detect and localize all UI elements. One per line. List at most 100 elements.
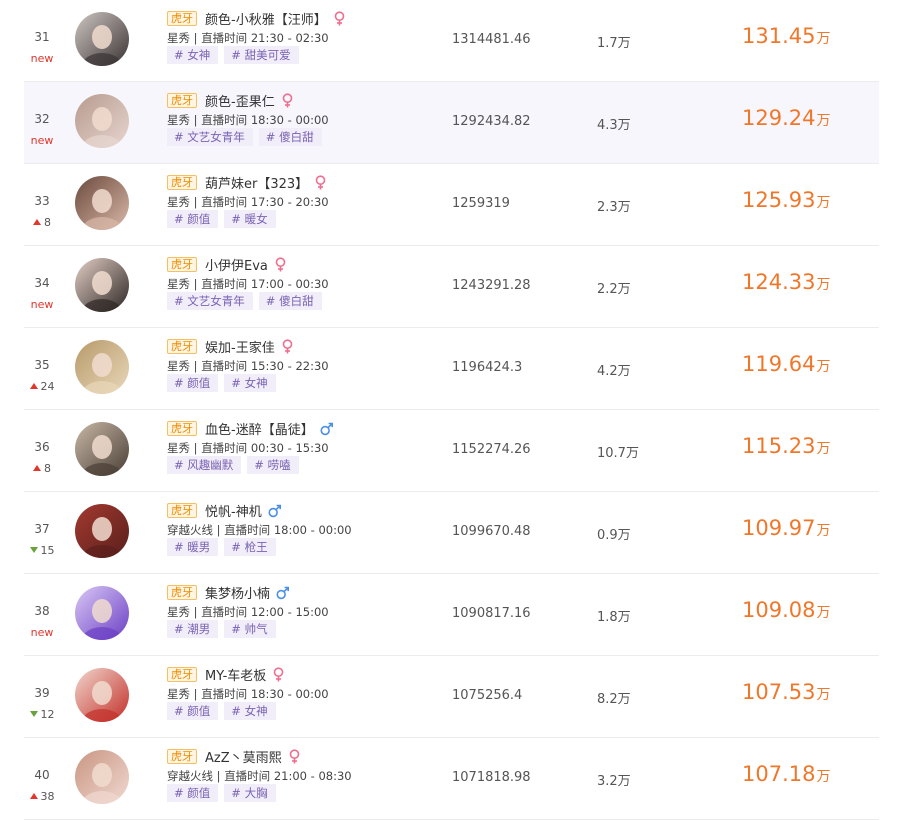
ranking-row[interactable]: 32 new 虎牙 颜色-歪果仁 星秀 | 直播时间 18:30 - 00:00 # 文艺… [24, 82, 879, 164]
platform-badge: 虎牙 [167, 175, 197, 190]
ranking-row[interactable]: 33 8 虎牙 葫芦妹er【323】 星秀 | 直播时间 17:30 - 20:30 # … [24, 164, 879, 246]
separator: | [190, 687, 202, 701]
ranking-row[interactable]: 39 12 虎牙 MY-车老板 星秀 | 直播时间 18:30 - 00:00 # 颜值 #… [24, 656, 879, 738]
schedule-time: 21:00 - 08:30 [273, 769, 352, 783]
avatar[interactable] [75, 176, 129, 230]
rank-number: 31 [34, 30, 50, 44]
rank-change-label: new [30, 52, 54, 65]
schedule-time: 18:30 - 00:00 [250, 687, 329, 701]
rank-change-label: 24 [40, 380, 55, 393]
heat-unit: 万 [816, 277, 831, 293]
tag-link[interactable]: # 颜值 [167, 374, 219, 392]
rank-up-icon [29, 383, 38, 389]
avatar[interactable] [75, 12, 129, 66]
platform-badge: 虎牙 [167, 667, 197, 682]
tag-list: # 暖男 # 枪王 [167, 538, 282, 556]
avatar[interactable] [75, 750, 129, 804]
fans-count: 2.2万 [597, 282, 631, 297]
female-icon [314, 175, 327, 190]
tag-list: # 颜值 # 大胸 [167, 784, 282, 802]
stream-info: 星秀 | 直播时间 12:00 - 15:00 [167, 604, 329, 620]
tag-list: # 颜值 # 女神 [167, 374, 282, 392]
streamer-name[interactable]: MY-车老板 [205, 665, 266, 684]
rank-change: 8 [24, 216, 60, 229]
tag-list: # 文艺女青年 # 傻白甜 [167, 128, 328, 146]
stream-info: 星秀 | 直播时间 17:00 - 00:30 [167, 276, 329, 292]
tag-link[interactable]: # 潮男 [167, 620, 219, 638]
separator: | [190, 605, 202, 619]
heat-unit: 万 [816, 113, 831, 129]
ranking-row[interactable]: 37 15 虎牙 悦帆-神机 穿越火线 | 直播时间 18:00 - 00:00 # 暖男… [24, 492, 879, 574]
streamer-name[interactable]: 集梦杨小楠 [205, 583, 270, 602]
avatar[interactable] [75, 668, 129, 722]
streamer-name[interactable]: 小伊伊Eva [205, 255, 268, 274]
tag-link[interactable]: # 文艺女青年 [167, 292, 253, 310]
streamer-name[interactable]: 娱加-王家佳 [205, 337, 275, 356]
streamer-name[interactable]: AzZ丶莫雨熙 [205, 747, 282, 766]
category-label: 星秀 [167, 687, 190, 701]
streamer-name[interactable]: 颜色-歪果仁 [205, 91, 275, 110]
platform-badge: 虎牙 [167, 339, 197, 354]
platform-badge: 虎牙 [167, 93, 197, 108]
tag-link[interactable]: # 颜值 [167, 702, 219, 720]
streamer-name[interactable]: 葫芦妹er【323】 [205, 173, 308, 192]
rank-change: new [24, 134, 60, 147]
rank-change: 38 [24, 790, 60, 803]
schedule-time: 17:00 - 00:30 [250, 277, 329, 291]
tag-link[interactable]: # 大胸 [224, 784, 276, 802]
tag-link[interactable]: # 暖男 [167, 538, 219, 556]
heat-unit: 万 [816, 769, 831, 785]
avatar[interactable] [75, 422, 129, 476]
heat-value: 107.18万 [742, 762, 830, 786]
separator: | [213, 523, 225, 537]
schedule-time: 18:00 - 00:00 [273, 523, 352, 537]
avatar[interactable] [75, 340, 129, 394]
score-value: 1243291.28 [452, 278, 531, 293]
fans-count: 8.2万 [597, 692, 631, 707]
streamer-name[interactable]: 血色-迷醉【晶徒】 [205, 419, 314, 438]
ranking-list: 31 new 虎牙 颜色-小秋雅【汪师】 星秀 | 直播时间 21:30 - 02:30… [24, 0, 879, 820]
ranking-row[interactable]: 40 38 虎牙 AzZ丶莫雨熙 穿越火线 | 直播时间 21:00 - 08:30 # … [24, 738, 879, 820]
tag-link[interactable]: # 女神 [224, 702, 276, 720]
platform-badge: 虎牙 [167, 11, 197, 26]
avatar[interactable] [75, 586, 129, 640]
tag-link[interactable]: # 甜美可爱 [224, 46, 299, 64]
ranking-row[interactable]: 34 new 虎牙 小伊伊Eva 星秀 | 直播时间 17:00 - 00:30 # 文艺… [24, 246, 879, 328]
ranking-row[interactable]: 35 24 虎牙 娱加-王家佳 星秀 | 直播时间 15:30 - 22:30 # 颜值 #… [24, 328, 879, 410]
platform-badge: 虎牙 [167, 585, 197, 600]
tag-link[interactable]: # 傻白甜 [258, 128, 322, 146]
streamer-name[interactable]: 颜色-小秋雅【汪师】 [205, 9, 327, 28]
ranking-row[interactable]: 38 new 虎牙 集梦杨小楠 星秀 | 直播时间 12:00 - 15:00 # 潮男 #… [24, 574, 879, 656]
tag-link[interactable]: # 女神 [224, 374, 276, 392]
avatar[interactable] [75, 258, 129, 312]
tag-link[interactable]: # 女神 [167, 46, 219, 64]
ranking-row[interactable]: 36 8 虎牙 血色-迷醉【晶徒】 星秀 | 直播时间 00:30 - 15:30 # 风… [24, 410, 879, 492]
tag-link[interactable]: # 傻白甜 [258, 292, 322, 310]
heat-value: 124.33万 [742, 270, 830, 294]
tag-link[interactable]: # 帅气 [224, 620, 276, 638]
ranking-row[interactable]: 31 new 虎牙 颜色-小秋雅【汪师】 星秀 | 直播时间 21:30 - 02:30… [24, 0, 879, 82]
avatar[interactable] [75, 504, 129, 558]
tag-list: # 颜值 # 女神 [167, 702, 282, 720]
heat-number: 107.18 [742, 762, 816, 786]
streamer-name[interactable]: 悦帆-神机 [205, 501, 262, 520]
tag-link[interactable]: # 唠嗑 [247, 456, 299, 474]
tag-link[interactable]: # 风趣幽默 [167, 456, 242, 474]
schedule-time: 18:30 - 00:00 [250, 113, 329, 127]
tag-link[interactable]: # 颜值 [167, 210, 219, 228]
fans-count: 1.7万 [597, 36, 631, 51]
rank-change-label: 8 [44, 216, 51, 229]
tag-link[interactable]: # 颜值 [167, 784, 219, 802]
tag-link[interactable]: # 枪王 [224, 538, 276, 556]
heat-unit: 万 [816, 605, 831, 621]
rank-number: 35 [34, 358, 50, 372]
heat-number: 129.24 [742, 106, 816, 130]
rank-number: 40 [34, 768, 50, 782]
rank-change-label: 12 [40, 708, 55, 721]
heat-unit: 万 [816, 523, 831, 539]
tag-link[interactable]: # 文艺女青年 [167, 128, 253, 146]
avatar[interactable] [75, 94, 129, 148]
rank-change-label: new [30, 298, 54, 311]
tag-link[interactable]: # 暖女 [224, 210, 276, 228]
schedule-label: 直播时间 [224, 523, 271, 537]
